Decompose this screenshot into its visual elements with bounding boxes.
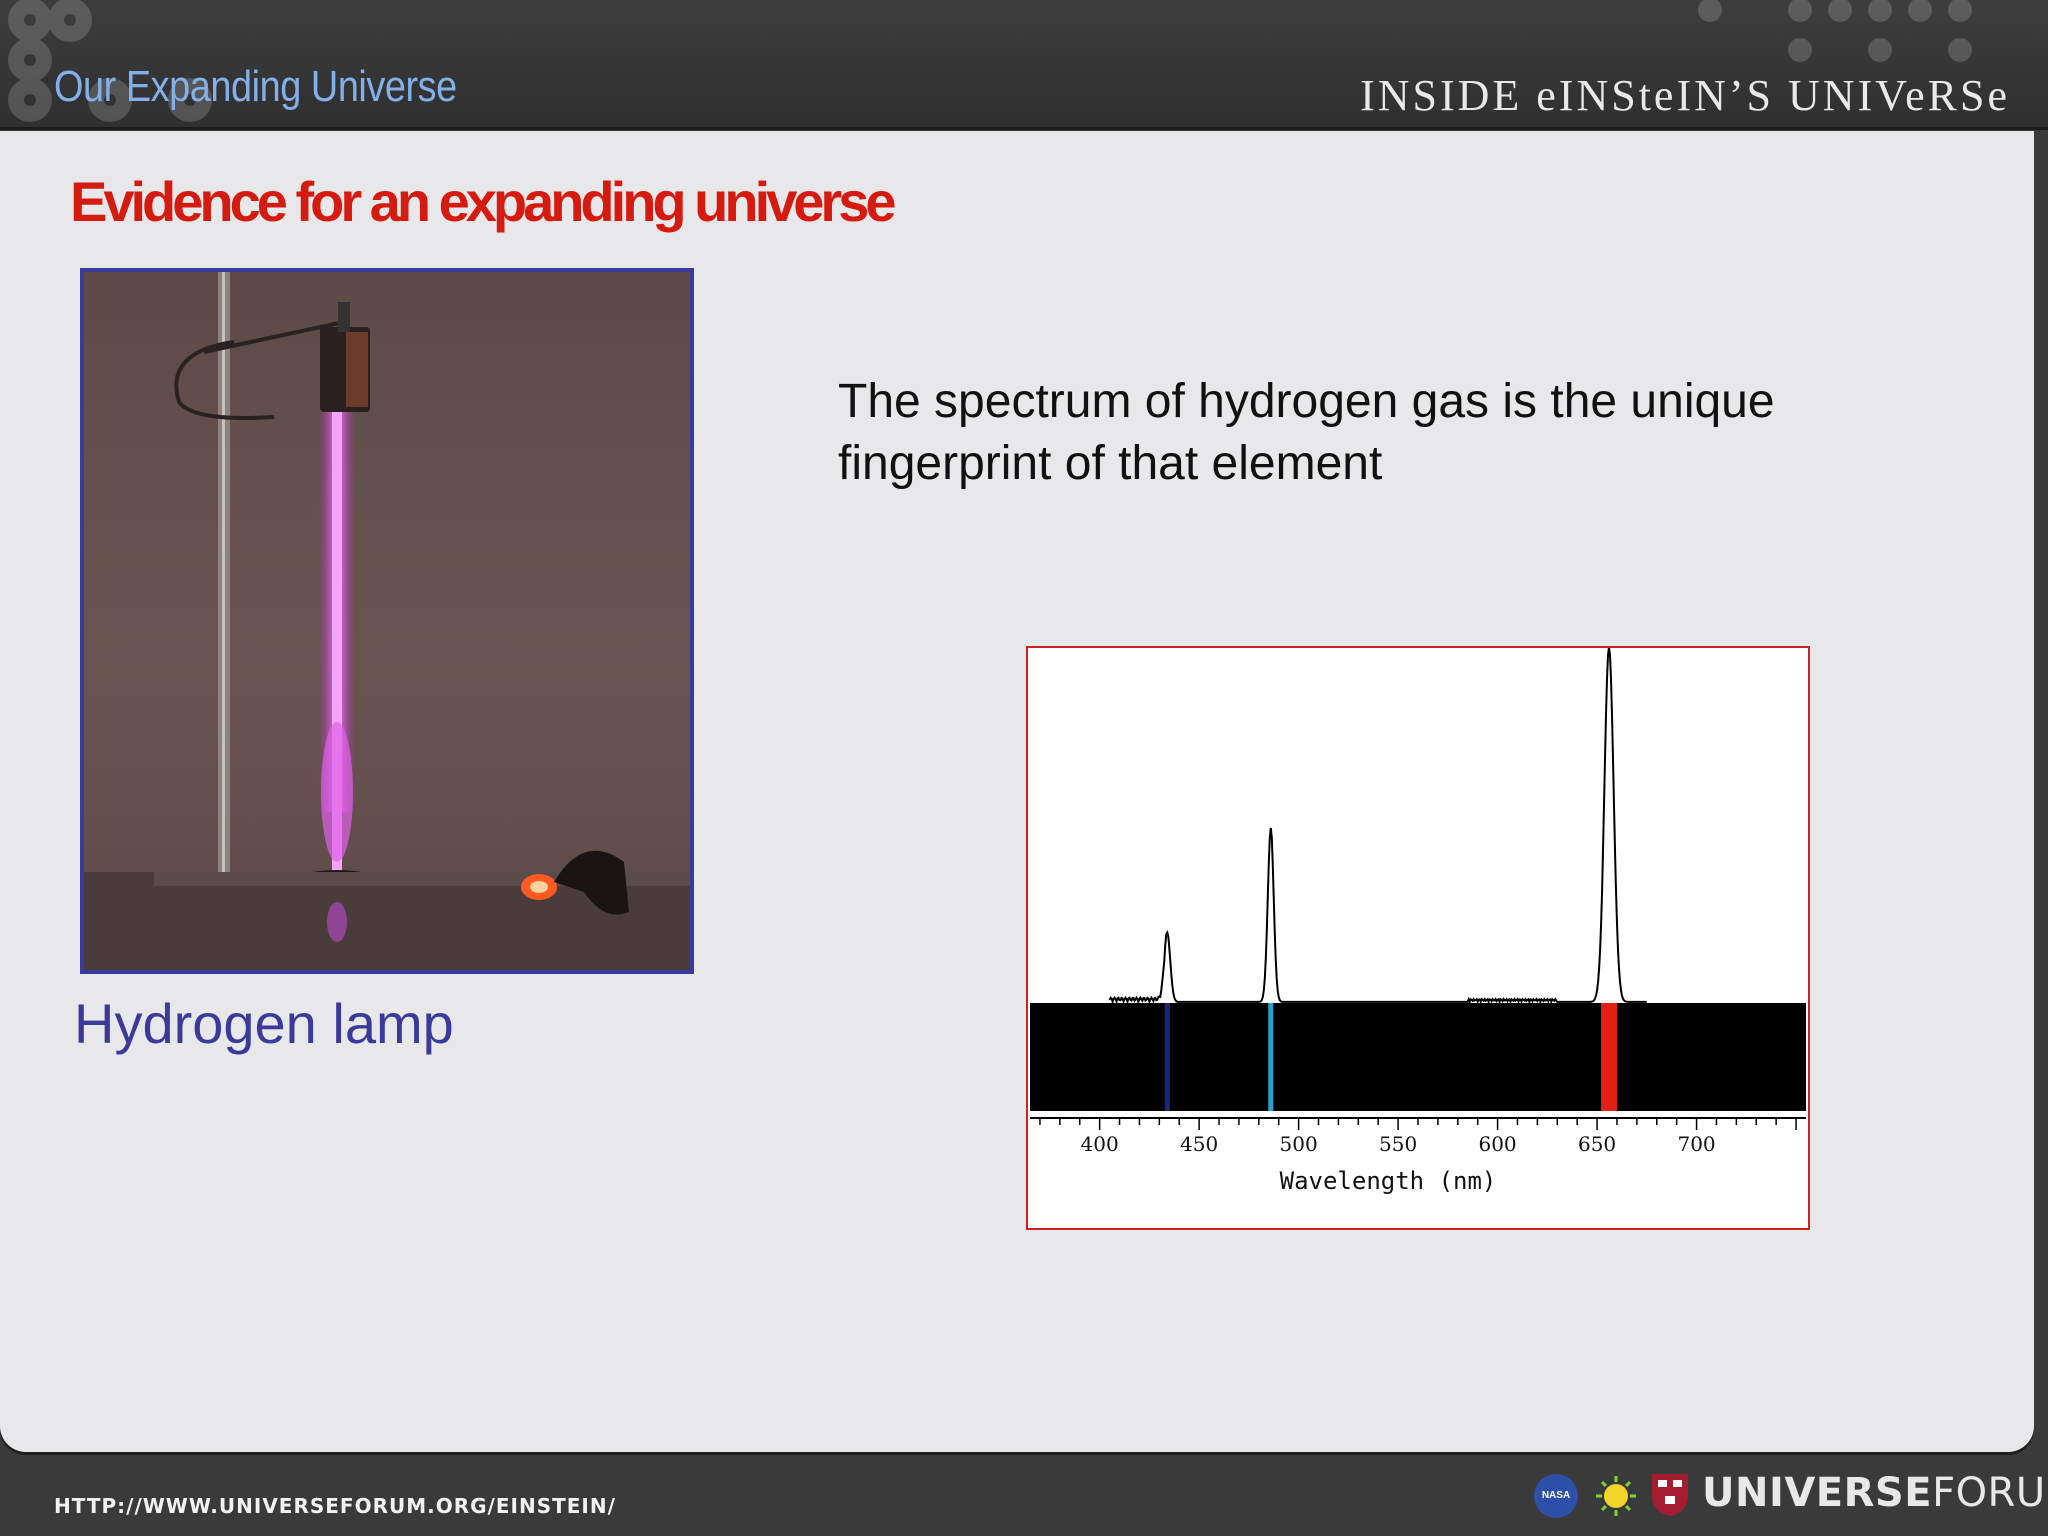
x-tick-label: 400 xyxy=(1081,1132,1119,1156)
description-line-2: fingerprint of that element xyxy=(838,437,1383,490)
emission-line-2 xyxy=(1268,1003,1274,1111)
slide-title: Evidence for an expanding universe xyxy=(70,170,897,233)
x-axis-label: Wavelength (nm) xyxy=(1280,1167,1497,1195)
header-divider xyxy=(0,127,2048,130)
spectrum-svg: 400 450 500 550 600 650 700 Wavelength (nm) xyxy=(1030,648,1806,1195)
description-text: The spectrum of hydrogen gas is the uniq… xyxy=(838,371,1978,495)
series-brand: INSIDE eINSteIN’S UNIVeRSe xyxy=(1360,71,2010,120)
intensity-curve xyxy=(1108,648,1647,1006)
photo-caption: Hydrogen lamp xyxy=(74,992,454,1055)
footer-url[interactable]: HTTP://WWW.UNIVERSEFORUM.ORG/EINSTEIN/ xyxy=(54,1494,616,1518)
x-tick-label: 650 xyxy=(1578,1132,1616,1156)
description-line-1: The spectrum of hydrogen gas is the uniq… xyxy=(838,375,1775,428)
x-tick-label: 600 xyxy=(1478,1132,1516,1156)
header-bar: Our Expanding Universe INSIDE eINSteIN’S… xyxy=(0,0,2048,130)
nasa-logo: NASA xyxy=(1534,1474,1578,1518)
universe-forum-logo: UNIVERSEFORUM xyxy=(1702,1470,2048,1516)
hydrogen-spectrum-chart: 400 450 500 550 600 650 700 Wavelength (nm) xyxy=(1026,646,1810,1230)
x-tick-label: 500 xyxy=(1280,1132,1318,1156)
x-tick-label: 700 xyxy=(1677,1132,1715,1156)
x-tick-label: 550 xyxy=(1379,1132,1417,1156)
slide-content: Evidence for an expanding universe Hydro… xyxy=(0,131,2034,1452)
x-axis-ticks: 400 450 500 550 600 650 700 xyxy=(1039,1118,1797,1156)
x-tick-label: 450 xyxy=(1180,1132,1218,1156)
presentation-title: Our Expanding Universe xyxy=(54,62,457,111)
harvard-shield-icon xyxy=(1652,1474,1688,1516)
emission-line-3 xyxy=(1601,1003,1618,1111)
hydrogen-lamp-photo xyxy=(80,268,694,974)
emission-line-1 xyxy=(1164,1003,1170,1111)
sun-logo-icon xyxy=(1596,1476,1636,1516)
decorative-pattern-right xyxy=(1698,0,1972,62)
spectrum-band xyxy=(1030,1003,1806,1111)
